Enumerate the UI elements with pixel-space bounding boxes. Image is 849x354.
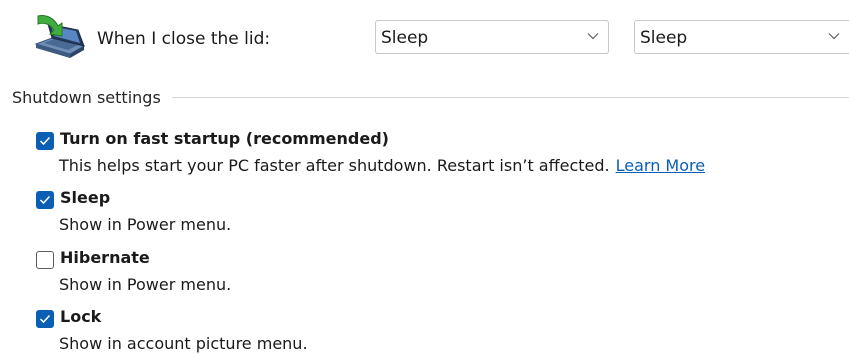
fast-startup-description-text: This helps start your PC faster after sh… xyxy=(59,156,610,175)
checkmark-icon xyxy=(39,195,51,205)
chevron-down-icon xyxy=(828,33,840,40)
chevron-down-icon xyxy=(587,33,599,40)
lock-description: Show in account picture menu. xyxy=(59,334,308,353)
lid-on-battery-value: Sleep xyxy=(381,28,429,48)
shutdown-settings-header: Shutdown settings xyxy=(0,86,849,110)
checkmark-icon xyxy=(39,314,51,324)
hibernate-description: Show in Power menu. xyxy=(59,275,232,294)
lid-plugged-in-value: Sleep xyxy=(640,28,688,48)
lock-label[interactable]: Lock xyxy=(60,307,101,327)
hibernate-checkbox[interactable] xyxy=(36,251,54,269)
sleep-description: Show in Power menu. xyxy=(59,215,232,234)
lid-close-label: When I close the lid: xyxy=(97,29,271,49)
fast-startup-label[interactable]: Turn on fast startup (recommended) xyxy=(60,129,389,149)
laptop-lid-icon xyxy=(34,15,86,58)
section-divider xyxy=(172,97,849,98)
lid-close-setting-row: When I close the lid: Sleep Sleep xyxy=(0,0,849,80)
hibernate-label[interactable]: Hibernate xyxy=(60,248,150,268)
lock-checkbox[interactable] xyxy=(36,310,54,328)
learn-more-link[interactable]: Learn More xyxy=(616,156,705,175)
sleep-checkbox[interactable] xyxy=(36,191,54,209)
section-title: Shutdown settings xyxy=(12,88,161,107)
fast-startup-checkbox[interactable] xyxy=(36,132,54,150)
checkmark-icon xyxy=(39,136,51,146)
sleep-label[interactable]: Sleep xyxy=(60,188,110,208)
fast-startup-description: This helps start your PC faster after sh… xyxy=(59,156,705,176)
lid-on-battery-dropdown[interactable]: Sleep xyxy=(375,20,609,54)
lid-plugged-in-dropdown[interactable]: Sleep xyxy=(634,20,849,54)
